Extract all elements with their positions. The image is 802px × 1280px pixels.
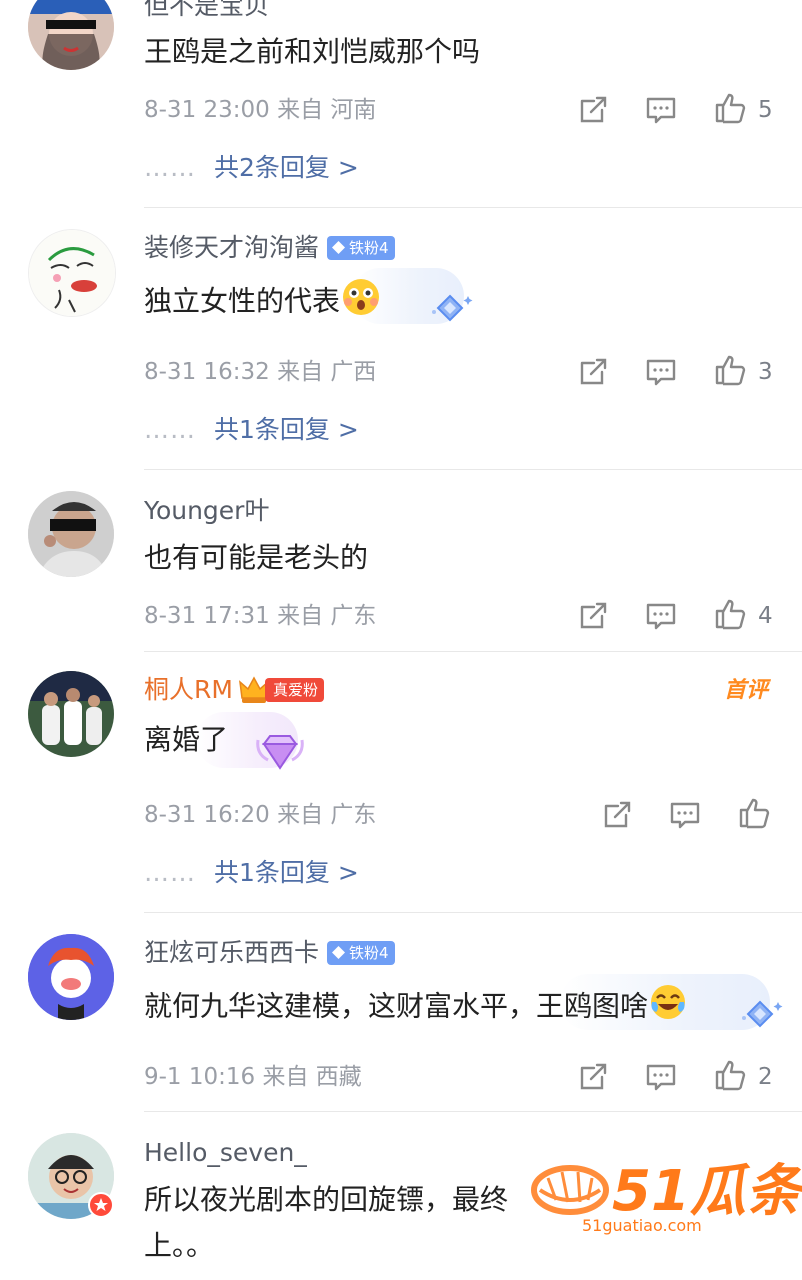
fan-badge-label: 铁粉4 [349, 239, 389, 257]
reply-dots: …… [144, 153, 196, 182]
like-icon[interactable] [713, 597, 747, 631]
watermark-url: 51guatiao.com [582, 1216, 702, 1235]
gem-badge-icon [254, 730, 306, 778]
comment-meta: 8-31 23:00 来自 河南 [144, 97, 377, 123]
share-icon[interactable] [576, 599, 610, 633]
like-icon[interactable] [713, 353, 747, 387]
like-count: 2 [758, 1064, 773, 1090]
share-icon[interactable] [576, 1060, 610, 1094]
divider [144, 207, 802, 208]
comment-meta: 9-1 10:16 来自 西藏 [144, 1064, 362, 1090]
fan-badge: 真爱粉 [264, 678, 324, 702]
divider [144, 1111, 802, 1112]
username[interactable]: 桐人RM [144, 674, 233, 706]
comment-meta: 8-31 16:20 来自 广东 [144, 802, 377, 828]
comment-text: 王鸥是之前和刘恺威那个吗 [144, 35, 481, 68]
username[interactable]: 但不是宝贝 [144, 0, 269, 22]
comment-meta: 8-31 17:31 来自 广东 [144, 603, 377, 629]
comment-text-body: 独立女性的代表 [144, 284, 341, 318]
view-replies-link[interactable]: …… 共1条回复 > [144, 857, 359, 889]
avatar[interactable] [28, 491, 114, 577]
comment-icon[interactable] [644, 599, 678, 633]
like-count: 5 [758, 97, 773, 123]
divider [144, 651, 802, 652]
share-icon[interactable] [600, 798, 634, 832]
fan-badge-label: 铁粉4 [349, 944, 389, 962]
avatar[interactable] [28, 0, 114, 70]
username[interactable]: 狂炫可乐西西卡 [144, 937, 319, 969]
username[interactable]: Hello_seven_ [144, 1137, 307, 1169]
username[interactable]: Younger叶 [144, 495, 269, 527]
comment-text: 就何九华这建模，这财富水平，王鸥图啥 [144, 982, 688, 1033]
fan-badge-label: 真爱粉 [272, 681, 318, 699]
shocked-emoji-icon [340, 276, 382, 329]
comment-icon[interactable] [668, 798, 702, 832]
diamond-icon [332, 241, 346, 254]
divider [144, 469, 802, 470]
diamond-sparkle-icon [428, 290, 474, 334]
verified-badge-icon [88, 1192, 114, 1222]
share-icon[interactable] [576, 355, 610, 389]
divider [144, 912, 802, 913]
like-count: 4 [758, 603, 773, 629]
comment-meta: 8-31 16:32 来自 广西 [144, 359, 377, 385]
comment-text-line-2: 上。。 [144, 1229, 215, 1262]
comment-icon[interactable] [644, 93, 678, 127]
share-icon[interactable] [576, 93, 610, 127]
reply-count-label: 共1条回复 > [214, 858, 359, 887]
comment-text: 独立女性的代表 [144, 276, 382, 329]
laugh-cry-emoji-icon [648, 982, 688, 1033]
like-count: 3 [758, 359, 773, 385]
comment-text-body: 就何九华这建模，这财富水平，王鸥图啥 [144, 989, 649, 1023]
comment-text: 离婚了 [144, 723, 229, 756]
avatar[interactable] [28, 671, 114, 757]
view-replies-link[interactable]: …… 共2条回复 > [144, 152, 359, 184]
reply-count-label: 共2条回复 > [214, 153, 359, 182]
diamond-icon [332, 946, 346, 959]
like-icon[interactable] [737, 796, 771, 830]
watermark-brand: 51瓜条 [612, 1159, 802, 1224]
view-replies-link[interactable]: …… 共1条回复 > [144, 414, 359, 446]
reply-dots: …… [144, 415, 196, 444]
fan-badge: 铁粉4 [327, 941, 395, 965]
comment-icon[interactable] [644, 355, 678, 389]
username[interactable]: 装修天才洵洵酱 [144, 232, 319, 264]
avatar[interactable] [28, 229, 116, 317]
comment-icon[interactable] [644, 1060, 678, 1094]
comment-text-line-1: 所以夜光剧本的回旋镖，最终 [144, 1183, 509, 1216]
reply-dots: …… [144, 858, 196, 887]
like-icon[interactable] [713, 1058, 747, 1092]
diamond-sparkle-icon [738, 996, 784, 1040]
first-comment-tag: 首评 [723, 678, 768, 703]
comment-text: 也有可能是老头的 [144, 541, 369, 574]
fan-badge: 铁粉4 [327, 236, 395, 260]
like-icon[interactable] [713, 91, 747, 125]
avatar[interactable] [28, 934, 114, 1020]
reply-count-label: 共1条回复 > [214, 415, 359, 444]
